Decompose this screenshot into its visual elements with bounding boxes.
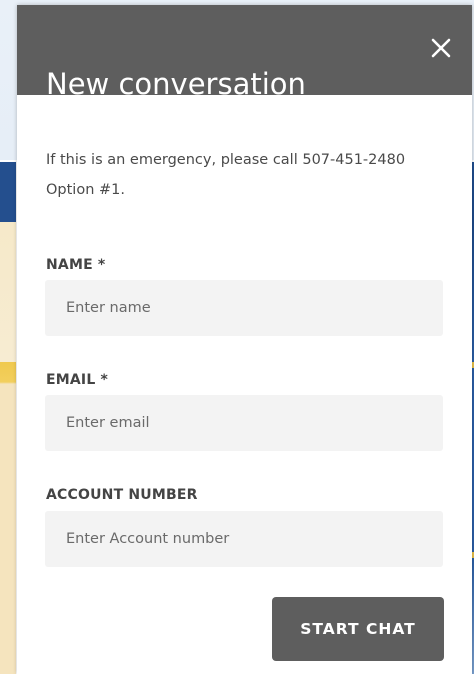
dialog-header: New conversation — [17, 5, 472, 101]
close-icon — [431, 38, 451, 58]
email-label: EMAIL * — [46, 372, 109, 388]
account-number-label: ACCOUNT NUMBER — [46, 487, 198, 503]
name-input[interactable] — [45, 280, 443, 336]
background-left-edge — [0, 162, 16, 674]
close-button[interactable] — [428, 35, 454, 61]
account-number-input[interactable] — [45, 511, 443, 567]
emergency-notice: If this is an emergency, please call 507… — [46, 152, 406, 198]
chat-dialog: New conversation If this is an emergency… — [17, 5, 472, 674]
email-input[interactable] — [45, 395, 443, 451]
dialog-title: New conversation — [46, 67, 306, 101]
name-label: NAME * — [46, 257, 106, 273]
start-chat-button[interactable]: START CHAT — [272, 597, 444, 661]
